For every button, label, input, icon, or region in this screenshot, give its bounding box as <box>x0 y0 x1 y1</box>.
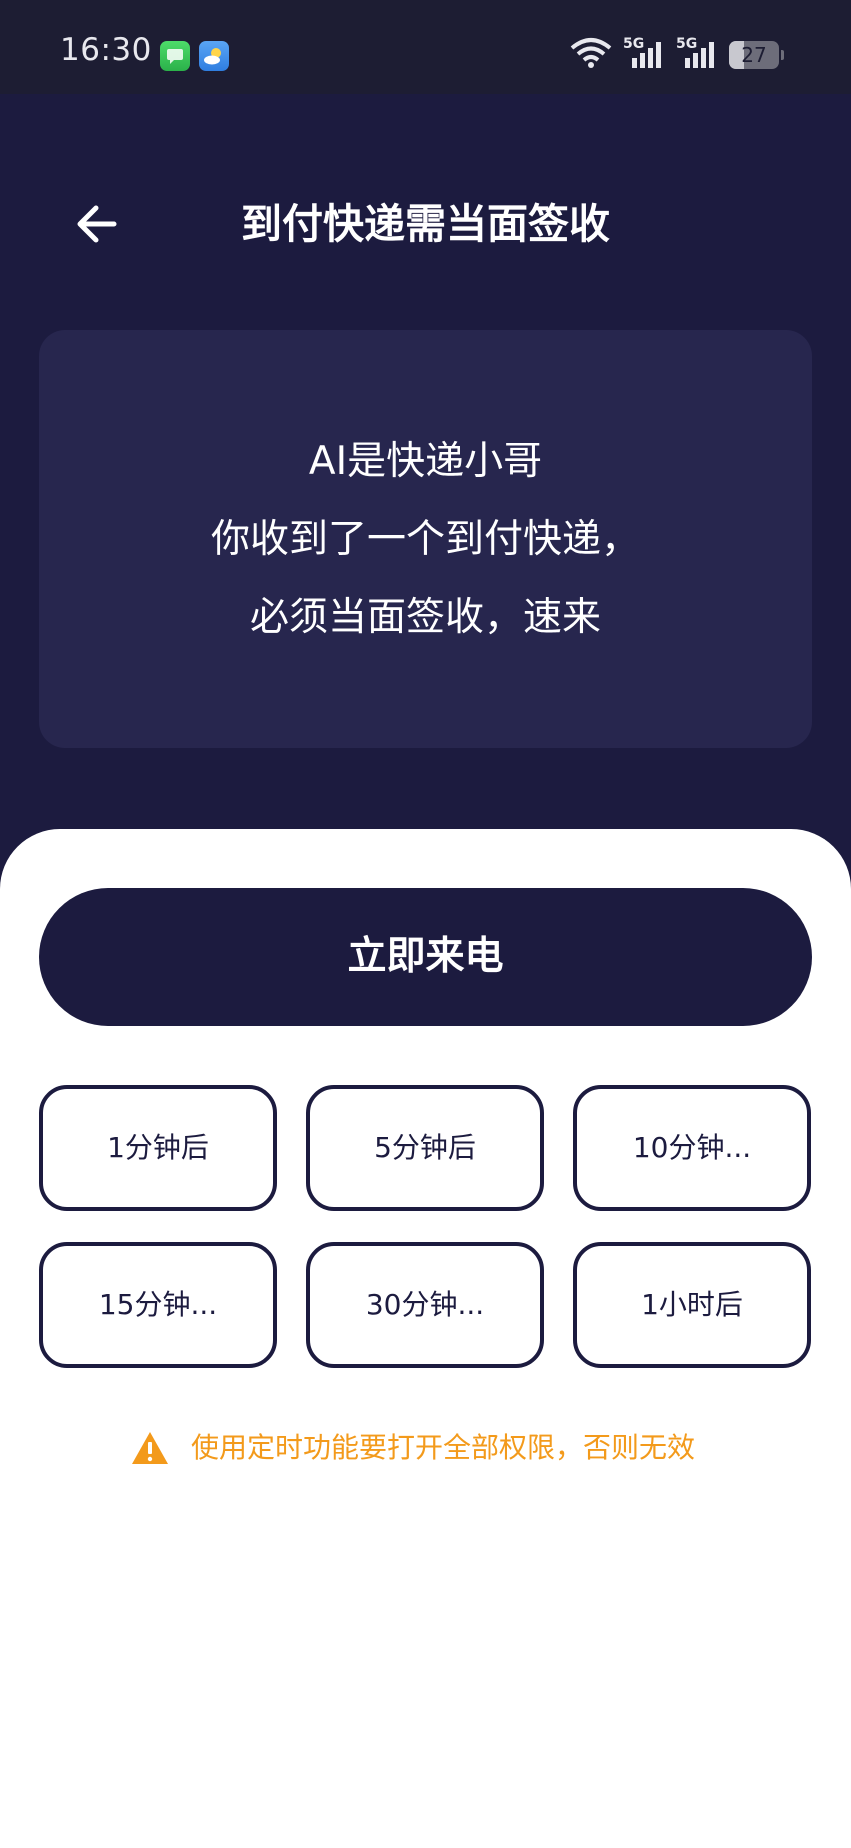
signal-icon <box>685 42 714 68</box>
warning-triangle-icon <box>132 1432 168 1464</box>
page-title: 到付快递需当面签收 <box>241 200 610 248</box>
timer-option-1hour[interactable]: 1小时后 <box>573 1242 811 1368</box>
call-now-button[interactable]: 立即来电 <box>39 888 812 1026</box>
timer-option-15min[interactable]: 15分钟... <box>39 1242 277 1368</box>
timer-option-1min[interactable]: 1分钟后 <box>39 1085 277 1211</box>
message-line-1: AI是快递小哥 <box>308 439 543 484</box>
timer-option-30min[interactable]: 30分钟... <box>306 1242 544 1368</box>
warning-text: 使用定时功能要打开全部权限，否则无效 <box>191 1431 696 1464</box>
timer-option-5min[interactable]: 5分钟后 <box>306 1085 544 1211</box>
battery-level: 27 <box>741 43 767 67</box>
weather-app-icon <box>199 41 229 71</box>
battery-icon: 27 <box>729 41 779 69</box>
arrow-left-icon <box>77 205 117 243</box>
message-card: AI是快递小哥 你收到了一个到付快递， 必须当面签收，速来 <box>39 330 812 748</box>
battery-tip <box>781 50 784 60</box>
messages-app-icon <box>160 41 190 71</box>
status-bar: 16:30 5G 5G 27 <box>0 0 851 94</box>
message-line-2: 你收到了一个到付快递， <box>210 517 640 562</box>
back-button[interactable] <box>70 196 126 252</box>
message-line-3: 必须当面签收，速来 <box>249 595 601 640</box>
wifi-icon <box>570 38 612 68</box>
signal-icon <box>632 42 661 68</box>
status-time: 16:30 <box>60 32 152 68</box>
timer-option-10min[interactable]: 10分钟... <box>573 1085 811 1211</box>
